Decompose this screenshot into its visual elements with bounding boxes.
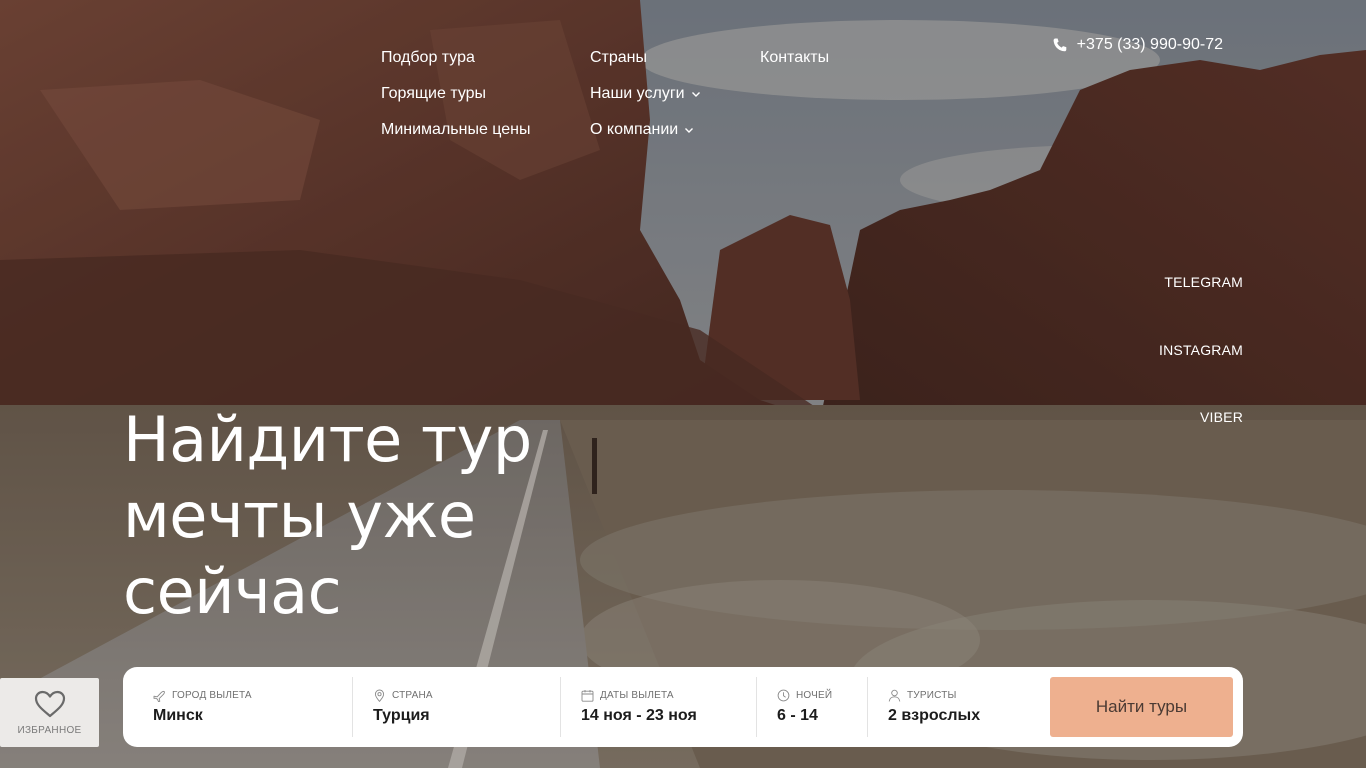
nav-hot-tours[interactable]: Горящие туры <box>381 76 531 112</box>
find-tours-button[interactable]: Найти туры <box>1050 677 1233 737</box>
nav-tour-selection[interactable]: Подбор тура <box>381 40 531 76</box>
country-field[interactable]: СТРАНА Турция <box>373 677 553 737</box>
departure-city-label-row: ГОРОД ВЫЛЕТА <box>153 689 252 702</box>
nav-our-services-label: Наши услуги <box>590 85 685 102</box>
nights-field[interactable]: НОЧЕЙ 6 - 14 <box>777 677 867 737</box>
location-pin-icon <box>373 689 386 702</box>
nav-minimal-prices[interactable]: Минимальные цены <box>381 112 531 148</box>
heart-icon <box>33 689 67 719</box>
search-divider <box>352 677 353 737</box>
hero-heading-line-1: Найдите тур <box>123 403 532 476</box>
nav-our-services[interactable]: Наши услуги <box>590 76 701 112</box>
hero-heading-line-3: сейчас <box>123 555 342 628</box>
phone-link[interactable]: +375 (33) 990-90-72 <box>1052 36 1223 54</box>
clock-icon <box>777 689 790 702</box>
tourists-field[interactable]: ТУРИСТЫ 2 взрослых <box>888 677 1038 737</box>
tour-search-bar: ГОРОД ВЫЛЕТА Минск СТРАНА Турция ДАТЫ ВЫ… <box>123 667 1243 747</box>
hero-heading-line-2: мечты уже <box>123 479 476 552</box>
favorites-button[interactable]: ИЗБРАННОЕ <box>0 678 99 747</box>
social-viber-link[interactable]: VIBER <box>1200 409 1243 425</box>
nav-countries[interactable]: Страны <box>590 40 701 76</box>
phone-icon <box>1052 37 1068 53</box>
search-divider <box>756 677 757 737</box>
departure-dates-label-row: ДАТЫ ВЫЛЕТА <box>581 689 674 702</box>
nav-contacts[interactable]: Контакты <box>760 40 829 76</box>
country-label-row: СТРАНА <box>373 689 433 702</box>
nights-label-row: НОЧЕЙ <box>777 689 832 702</box>
departure-dates-value: 14 ноя - 23 ноя <box>581 707 697 724</box>
country-label: СТРАНА <box>392 690 433 701</box>
search-divider <box>867 677 868 737</box>
calendar-icon <box>581 689 594 702</box>
user-icon <box>888 689 901 702</box>
chevron-down-icon <box>691 89 701 99</box>
nav-about-company[interactable]: О компании <box>590 112 701 148</box>
social-telegram-link[interactable]: TELEGRAM <box>1164 274 1243 290</box>
chevron-down-icon <box>684 125 694 135</box>
nights-value: 6 - 14 <box>777 707 818 724</box>
departure-city-label: ГОРОД ВЫЛЕТА <box>172 690 252 701</box>
departure-city-field[interactable]: ГОРОД ВЫЛЕТА Минск <box>153 677 353 737</box>
search-divider <box>560 677 561 737</box>
tourists-value: 2 взрослых <box>888 707 981 724</box>
nights-label: НОЧЕЙ <box>796 690 833 701</box>
departure-dates-field[interactable]: ДАТЫ ВЫЛЕТА 14 ноя - 23 ноя <box>581 677 751 737</box>
nav-about-company-label: О компании <box>590 121 679 138</box>
nav-column-2: Страны Наши услуги О компании <box>590 40 701 148</box>
departure-city-value: Минск <box>153 707 203 724</box>
tourists-label: ТУРИСТЫ <box>907 690 957 701</box>
tourists-label-row: ТУРИСТЫ <box>888 689 957 702</box>
hero-heading: Найдите тур мечты уже сейчас <box>123 402 643 630</box>
nav-column-3: Контакты <box>760 40 829 76</box>
social-instagram-link[interactable]: INSTAGRAM <box>1159 342 1243 358</box>
plane-icon <box>153 689 166 702</box>
nav-column-1: Подбор тура Горящие туры Минимальные цен… <box>381 40 531 148</box>
phone-number: +375 (33) 990-90-72 <box>1076 36 1223 53</box>
country-value: Турция <box>373 707 430 724</box>
departure-dates-label: ДАТЫ ВЫЛЕТА <box>600 690 674 701</box>
favorites-label: ИЗБРАННОЕ <box>17 725 82 736</box>
